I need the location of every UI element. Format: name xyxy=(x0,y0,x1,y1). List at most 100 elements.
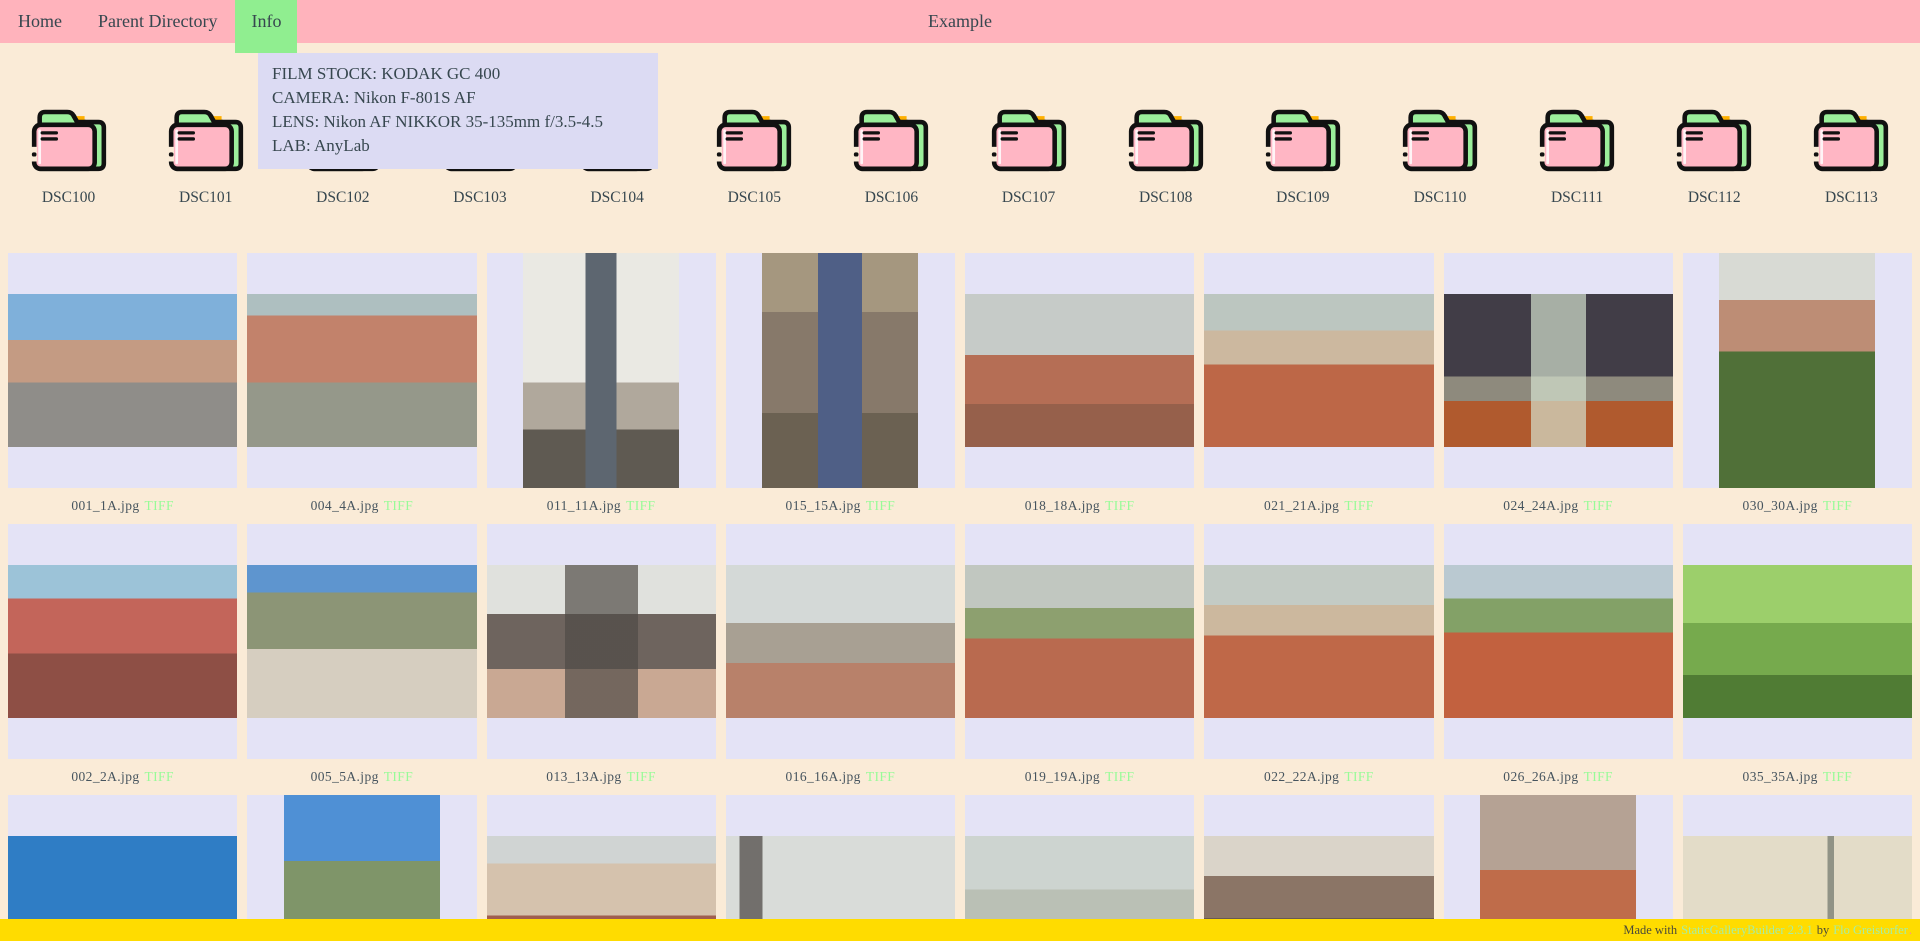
folder-item-dsc110[interactable]: DSC110 xyxy=(1371,101,1508,207)
tiff-badge[interactable]: TIFF xyxy=(866,498,895,514)
nav-item-parent-directory[interactable]: Parent Directory xyxy=(80,0,235,43)
photo-cell: 022_22A.jpg TIFF xyxy=(1204,524,1433,795)
tiff-badge[interactable]: TIFF xyxy=(1823,498,1852,514)
folder-item-dsc109[interactable]: DSC109 xyxy=(1234,101,1371,207)
photo-caption: 016_16A.jpg TIFF xyxy=(726,759,955,795)
photo-cell: 021_21A.jpg TIFF xyxy=(1204,253,1433,524)
photo-cell: 005_5A.jpg TIFF xyxy=(247,524,476,795)
tiff-badge[interactable]: TIFF xyxy=(384,769,413,785)
photo-cell: 001_1A.jpg TIFF xyxy=(8,253,237,524)
photo-image-street-towards-tower xyxy=(8,294,237,447)
photo-thumbnail[interactable] xyxy=(726,253,955,488)
photo-cell: 016_16A.jpg TIFF xyxy=(726,524,955,795)
tiff-badge[interactable]: TIFF xyxy=(1105,769,1134,785)
folder-item-dsc100[interactable]: DSC100 xyxy=(0,101,137,207)
tiff-badge[interactable]: TIFF xyxy=(145,769,174,785)
tooltip-lens: LENS: Nikon AF NIKKOR 35-135mm f/3.5-4.5 xyxy=(272,110,644,134)
tiff-badge[interactable]: TIFF xyxy=(1344,498,1373,514)
folder-icon xyxy=(1122,101,1210,178)
nav-item-info[interactable]: Info xyxy=(235,0,297,53)
folder-icon xyxy=(847,101,935,178)
photo-thumbnail[interactable] xyxy=(487,253,716,488)
tiff-badge[interactable]: TIFF xyxy=(145,498,174,514)
folder-label: DSC105 xyxy=(728,189,781,207)
tiff-badge[interactable]: TIFF xyxy=(1344,769,1373,785)
folder-item-dsc106[interactable]: DSC106 xyxy=(823,101,960,207)
photo-cell: 018_18A.jpg TIFF xyxy=(965,253,1194,524)
photo-thumbnail[interactable] xyxy=(1444,524,1673,759)
photo-thumbnail[interactable] xyxy=(8,253,237,488)
tiff-badge[interactable]: TIFF xyxy=(1584,498,1613,514)
footer-period: . xyxy=(1909,923,1912,938)
photo-caption: 021_21A.jpg TIFF xyxy=(1204,488,1433,524)
photo-caption: 026_26A.jpg TIFF xyxy=(1444,759,1673,795)
photo-thumbnail[interactable] xyxy=(247,524,476,759)
footer-author-link[interactable]: Flo Greistorfer xyxy=(1833,923,1908,938)
folder-item-dsc107[interactable]: DSC107 xyxy=(960,101,1097,207)
photo-image-cliff-tower-buildings xyxy=(247,565,476,718)
photo-thumbnail[interactable] xyxy=(1444,253,1673,488)
photo-cell: 035_35A.jpg TIFF xyxy=(1683,524,1912,795)
photo-image-red-roof-panorama xyxy=(965,294,1194,447)
photo-image-tyn-church-spires xyxy=(487,565,716,718)
folder-icon xyxy=(1670,101,1758,178)
nav-item-home[interactable]: Home xyxy=(0,0,80,43)
photo-filename: 026_26A.jpg xyxy=(1503,769,1578,785)
photo-image-castle-panorama xyxy=(1204,294,1433,447)
photo-cell: 015_15A.jpg TIFF xyxy=(726,253,955,524)
folder-icon xyxy=(1533,101,1621,178)
photo-thumbnail[interactable] xyxy=(1683,524,1912,759)
folder-label: DSC104 xyxy=(590,189,643,207)
tiff-badge[interactable]: TIFF xyxy=(1105,498,1134,514)
photo-filename: 024_24A.jpg xyxy=(1503,498,1578,514)
photo-filename: 018_18A.jpg xyxy=(1025,498,1100,514)
tiff-badge[interactable]: TIFF xyxy=(1584,769,1613,785)
photo-filename: 015_15A.jpg xyxy=(786,498,861,514)
tooltip-camera: CAMERA: Nikon F-801S AF xyxy=(272,86,644,110)
photo-caption: 019_19A.jpg TIFF xyxy=(965,759,1194,795)
photo-caption: 015_15A.jpg TIFF xyxy=(726,488,955,524)
photo-caption: 030_30A.jpg TIFF xyxy=(1683,488,1912,524)
tiff-badge[interactable]: TIFF xyxy=(384,498,413,514)
folder-item-dsc113[interactable]: DSC113 xyxy=(1783,101,1920,207)
tiff-badge[interactable]: TIFF xyxy=(1823,769,1852,785)
photo-caption: 018_18A.jpg TIFF xyxy=(965,488,1194,524)
photo-filename: 011_11A.jpg xyxy=(547,498,621,514)
folder-icon xyxy=(1396,101,1484,178)
tiff-badge[interactable]: TIFF xyxy=(627,769,656,785)
photo-caption: 022_22A.jpg TIFF xyxy=(1204,759,1433,795)
photo-thumbnail[interactable] xyxy=(965,253,1194,488)
photo-cell: 030_30A.jpg TIFF xyxy=(1683,253,1912,524)
photo-thumbnail[interactable] xyxy=(487,524,716,759)
photo-filename: 016_16A.jpg xyxy=(786,769,861,785)
folder-label: DSC108 xyxy=(1139,189,1192,207)
photo-filename: 001_1A.jpg xyxy=(71,498,139,514)
photo-cell: 011_11A.jpg TIFF xyxy=(487,253,716,524)
folder-item-dsc112[interactable]: DSC112 xyxy=(1646,101,1783,207)
photo-thumbnail[interactable] xyxy=(1204,253,1433,488)
photo-image-night-lit-towers xyxy=(1444,294,1673,447)
photo-caption: 011_11A.jpg TIFF xyxy=(487,488,716,524)
photo-thumbnail[interactable] xyxy=(965,524,1194,759)
photo-thumbnail[interactable] xyxy=(726,524,955,759)
photo-thumbnail[interactable] xyxy=(1204,524,1433,759)
photo-caption: 004_4A.jpg TIFF xyxy=(247,488,476,524)
photo-image-riverbank-skyline xyxy=(726,565,955,718)
photo-caption: 035_35A.jpg TIFF xyxy=(1683,759,1912,795)
tiff-badge[interactable]: TIFF xyxy=(866,769,895,785)
photo-thumbnail[interactable] xyxy=(8,524,237,759)
photo-caption: 001_1A.jpg TIFF xyxy=(8,488,237,524)
folder-item-dsc111[interactable]: DSC111 xyxy=(1509,101,1646,207)
folder-item-dsc101[interactable]: DSC101 xyxy=(137,101,274,207)
footer-bar: Made with StaticGalleryBuilder 2.3.1 by … xyxy=(0,919,1920,941)
folder-item-dsc108[interactable]: DSC108 xyxy=(1097,101,1234,207)
folder-icon xyxy=(710,101,798,178)
photo-image-castle-rooftops xyxy=(1204,565,1433,718)
photo-cell: 004_4A.jpg TIFF xyxy=(247,253,476,524)
footer-builder-link[interactable]: StaticGalleryBuilder 2.3.1 xyxy=(1681,923,1813,938)
folder-label: DSC109 xyxy=(1276,189,1329,207)
tiff-badge[interactable]: TIFF xyxy=(626,498,655,514)
photo-thumbnail[interactable] xyxy=(1683,253,1912,488)
photo-thumbnail[interactable] xyxy=(247,253,476,488)
folder-item-dsc105[interactable]: DSC105 xyxy=(686,101,823,207)
